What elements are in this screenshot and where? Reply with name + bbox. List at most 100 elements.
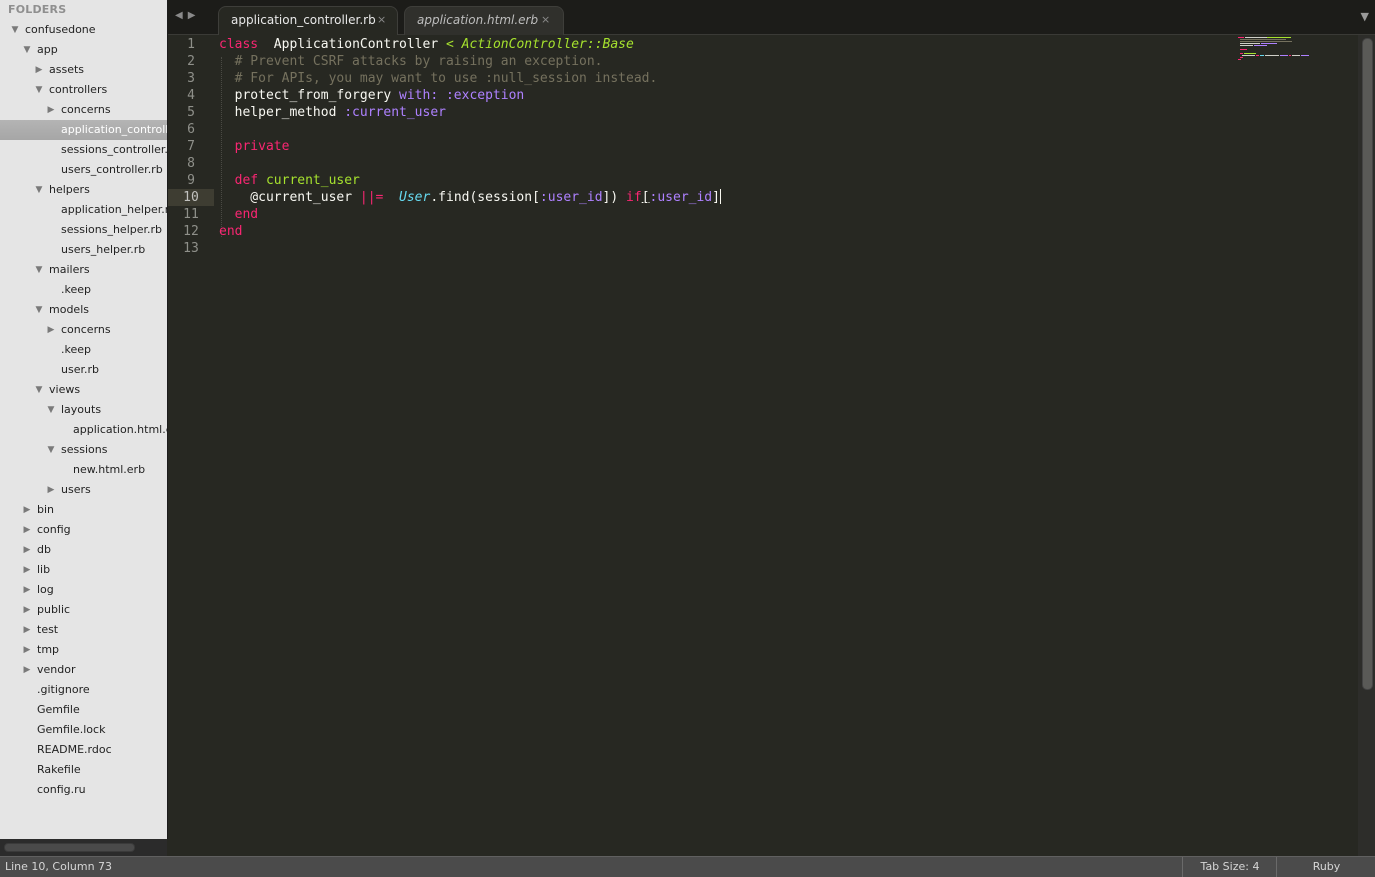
sidebar-file[interactable]: application_controller.rb — [0, 120, 167, 140]
disclosure-closed-icon[interactable]: ▶ — [46, 480, 56, 500]
sidebar-folder[interactable]: ▶ db — [0, 540, 167, 560]
vertical-scrollbar-thumb[interactable] — [1362, 38, 1373, 690]
minimap-line — [1238, 59, 1241, 60]
disclosure-closed-icon[interactable]: ▶ — [22, 520, 32, 540]
disclosure-closed-icon[interactable]: ▶ — [34, 60, 44, 80]
sidebar-item-label: test — [37, 623, 59, 636]
sidebar-item-label: .gitignore — [37, 683, 90, 696]
minimap-line — [1267, 37, 1291, 38]
syntax-selector[interactable]: Ruby — [1276, 857, 1375, 877]
sidebar-file[interactable]: user.rb — [0, 360, 167, 380]
sidebar-folder[interactable]: ▶ lib — [0, 560, 167, 580]
disclosure-closed-icon[interactable]: ▶ — [22, 580, 32, 600]
sidebar-folder[interactable]: ▼ helpers — [0, 180, 167, 200]
sidebar-file[interactable]: users_controller.rb — [0, 160, 167, 180]
code-line[interactable]: 9 def current_user — [168, 172, 1358, 189]
disclosure-closed-icon[interactable]: ▶ — [22, 640, 32, 660]
code-line[interactable]: 5 helper_method :current_user — [168, 104, 1358, 121]
minimap-line — [1289, 55, 1291, 56]
disclosure-closed-icon[interactable]: ▶ — [22, 560, 32, 580]
disclosure-closed-icon[interactable]: ▶ — [46, 320, 56, 340]
chevron-down-icon[interactable]: ▼ — [1361, 10, 1369, 23]
disclosure-closed-icon[interactable]: ▶ — [22, 660, 32, 680]
sidebar-folder[interactable]: ▼ models — [0, 300, 167, 320]
sidebar-folder[interactable]: ▼ app — [0, 40, 167, 60]
tab-application-controller[interactable]: application_controller.rb × — [218, 6, 398, 35]
tab-application-html-erb[interactable]: application.html.erb × — [404, 6, 564, 35]
code-text: end — [219, 223, 242, 240]
sidebar-folder[interactable]: ▼ confusedone — [0, 20, 167, 40]
code-line[interactable]: 13 — [168, 240, 1358, 257]
sidebar-file[interactable]: README.rdoc — [0, 740, 167, 760]
code-line[interactable]: 7 private — [168, 138, 1358, 155]
minimap[interactable] — [1238, 37, 1318, 61]
code-line[interactable]: 8 — [168, 155, 1358, 172]
sidebar-folder[interactable]: ▶ concerns — [0, 100, 167, 120]
tab-size-selector[interactable]: Tab Size: 4 — [1182, 857, 1277, 877]
sidebar-file[interactable]: Rakefile — [0, 760, 167, 780]
code-line[interactable]: 1 class ApplicationController < ActionCon… — [168, 36, 1358, 53]
sidebar-file[interactable]: .gitignore — [0, 680, 167, 700]
sidebar-file[interactable]: Gemfile.lock — [0, 720, 167, 740]
sidebar-file[interactable]: sessions_controller.rb — [0, 140, 167, 160]
sidebar-file[interactable]: new.html.erb — [0, 460, 167, 480]
disclosure-closed-icon[interactable]: ▶ — [22, 540, 32, 560]
disclosure-open-icon[interactable]: ▼ — [46, 440, 56, 460]
minimap-line — [1254, 45, 1267, 46]
sidebar-file[interactable]: application.html.erb — [0, 420, 167, 440]
code-text: # For APIs, you may want to use :null_se… — [219, 70, 658, 87]
sidebar-file[interactable]: users_helper.rb — [0, 240, 167, 260]
sidebar-file[interactable]: config.ru — [0, 780, 167, 800]
sidebar-file[interactable]: .keep — [0, 340, 167, 360]
sidebar-folder[interactable]: ▶ users — [0, 480, 167, 500]
sidebar-item-label: tmp — [37, 643, 60, 656]
code-line[interactable]: 6 — [168, 121, 1358, 138]
code-line[interactable]: 2 # Prevent CSRF attacks by raising an e… — [168, 53, 1358, 70]
sidebar-item-label: assets — [49, 63, 85, 76]
disclosure-open-icon[interactable]: ▼ — [34, 180, 44, 200]
disclosure-closed-icon[interactable]: ▶ — [22, 600, 32, 620]
disclosure-open-icon[interactable]: ▼ — [46, 400, 56, 420]
disclosure-open-icon[interactable]: ▼ — [34, 300, 44, 320]
sidebar-folder[interactable]: ▼ mailers — [0, 260, 167, 280]
sidebar-folder[interactable]: ▼ controllers — [0, 80, 167, 100]
nav-forward-icon[interactable]: ▶ — [188, 10, 201, 21]
disclosure-open-icon[interactable]: ▼ — [34, 80, 44, 100]
code-line[interactable]: 10 @current_user ||= User.find(session[:… — [168, 189, 1358, 206]
sidebar-file[interactable]: sessions_helper.rb — [0, 220, 167, 240]
disclosure-closed-icon[interactable]: ▶ — [22, 500, 32, 520]
sidebar-folder[interactable]: ▼ sessions — [0, 440, 167, 460]
sidebar-folder[interactable]: ▶ bin — [0, 500, 167, 520]
sidebar-file[interactable]: application_helper.rb — [0, 200, 167, 220]
sidebar-folder[interactable]: ▶ public — [0, 600, 167, 620]
sidebar-folder[interactable]: ▶ log — [0, 580, 167, 600]
sidebar-item-label: db — [37, 543, 51, 556]
sidebar-folder[interactable]: ▶ test — [0, 620, 167, 640]
sidebar-folder[interactable]: ▶ concerns — [0, 320, 167, 340]
sidebar-file[interactable]: Gemfile — [0, 700, 167, 720]
disclosure-open-icon[interactable]: ▼ — [10, 20, 20, 40]
disclosure-closed-icon[interactable]: ▶ — [46, 100, 56, 120]
disclosure-open-icon[interactable]: ▼ — [22, 40, 32, 60]
disclosure-closed-icon[interactable]: ▶ — [22, 620, 32, 640]
code-line[interactable]: 11 end — [168, 206, 1358, 223]
code-line[interactable]: 4 protect_from_forgery with: :exception — [168, 87, 1358, 104]
sidebar-file[interactable]: .keep — [0, 280, 167, 300]
code-editor[interactable]: 1 class ApplicationController < ActionCon… — [168, 35, 1358, 856]
sidebar-item-label: users_helper.rb — [61, 243, 146, 256]
code-line[interactable]: 3 # For APIs, you may want to use :null_… — [168, 70, 1358, 87]
disclosure-open-icon[interactable]: ▼ — [34, 260, 44, 280]
sidebar-folder[interactable]: ▼ layouts — [0, 400, 167, 420]
sidebar-folder[interactable]: ▶ assets — [0, 60, 167, 80]
sidebar-folder[interactable]: ▶ tmp — [0, 640, 167, 660]
sidebar-item-label: controllers — [49, 83, 108, 96]
sidebar-folder[interactable]: ▼ views — [0, 380, 167, 400]
nav-back-icon[interactable]: ◀ — [175, 10, 188, 21]
close-icon[interactable]: × — [377, 13, 386, 26]
sidebar-folder[interactable]: ▶ vendor — [0, 660, 167, 680]
close-icon[interactable]: × — [541, 13, 550, 26]
code-line[interactable]: 12 end — [168, 223, 1358, 240]
sidebar-folder[interactable]: ▶ config — [0, 520, 167, 540]
disclosure-open-icon[interactable]: ▼ — [34, 380, 44, 400]
sidebar-horizontal-scrollbar[interactable] — [4, 843, 135, 852]
